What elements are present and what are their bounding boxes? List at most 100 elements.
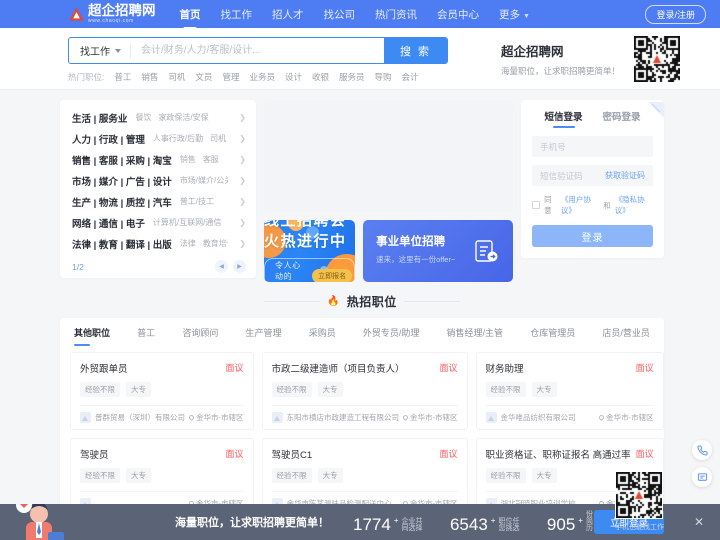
phone-icon[interactable] (692, 440, 712, 460)
tab-purchaser[interactable]: 采购员 (309, 326, 336, 346)
job-salary: 面议 (225, 363, 244, 373)
tab-sms-login[interactable]: 短信登录 (545, 109, 583, 128)
hot-tag-0[interactable]: 普工 (114, 71, 131, 83)
promo-banner-online-job-fair[interactable]: 线上招聘会 火热进行中 令人心动的OFFER 立即报名 (264, 220, 356, 282)
hot-tag-1[interactable]: 销售 (141, 71, 158, 83)
chevron-right-icon: ❯ (239, 155, 246, 164)
category-sub-label[interactable]: 人事行政/后勤 (153, 133, 203, 144)
category-sub-label[interactable]: 市场/媒介/公关 (180, 175, 228, 186)
hot-tag-8[interactable]: 服务员 (339, 71, 365, 83)
category-sub-label[interactable]: 法律 (180, 238, 196, 249)
category-sub-label[interactable]: 餐饮 (135, 112, 151, 123)
top-navigation-bar: 超企招聘网 www.chaoqi.com 首页 找工作 招人才 找公司 热门资讯… (0, 0, 720, 28)
tab-consultant[interactable]: 咨询顾问 (182, 326, 218, 346)
category-sub-label[interactable]: 客服 (203, 154, 219, 165)
user-agreement-link[interactable]: 《用户协议》 (561, 194, 599, 216)
hot-jobs-tabs: 其他职位 普工 咨询顾问 生产管理 采购员 外贸专员/助理 销售经理/主管 仓库… (60, 318, 664, 346)
tab-warehouse-manager[interactable]: 仓库管理员 (530, 326, 575, 346)
job-card-grid: 外贸跟单员 面议 经验不限 大专 普群贸易（深圳）有限公司 金华市-市辖区 市政… (60, 346, 664, 516)
category-item-marketing-design[interactable]: 市场 | 媒介 | 广告 | 设计 市场/媒介/公关 ❯ (72, 170, 246, 191)
job-card[interactable]: 财务助理 面议 经验不限 大专 金华唯品纺织有限公司 金华市-市辖区 (475, 352, 664, 430)
hot-tag-6[interactable]: 设计 (285, 71, 302, 83)
nav-item-home[interactable]: 首页 (170, 7, 211, 22)
search-input[interactable] (131, 38, 384, 63)
get-code-button[interactable]: 获取验证码 (605, 170, 645, 181)
logo-text-en: www.chaoqi.com (88, 17, 134, 24)
carousel-placeholder[interactable] (264, 100, 514, 212)
hot-tag-9[interactable]: 导购 (375, 71, 392, 83)
bottom-slogan: 海量职位，让求职招聘更简单！ (175, 517, 329, 529)
location-pin-icon (401, 413, 410, 422)
category-item-production-logistics[interactable]: 生产 | 物流 | 质控 | 汽车 普工/技工 ❯ (72, 191, 246, 212)
category-main-label: 生产 | 物流 | 质控 | 汽车 (72, 197, 172, 209)
chevron-right-icon: ❯ (239, 239, 246, 248)
main-content: 生活 | 服务业 餐饮 家政保洁/安保 ❯ 人力 | 行政 | 管理 人事行政/… (0, 90, 720, 522)
category-sub-label[interactable]: 计算机/互联网/通信 (153, 217, 221, 228)
promo-banner-subtitle: 令人心动的OFFER (275, 261, 301, 281)
chevron-right-icon[interactable]: ▶ (233, 260, 246, 273)
hot-tag-2[interactable]: 司机 (168, 71, 185, 83)
category-item-life-service[interactable]: 生活 | 服务业 餐饮 家政保洁/安保 ❯ (72, 107, 246, 128)
category-sub-label[interactable]: 教育培训 (203, 238, 228, 249)
agreement-checkbox[interactable] (532, 201, 541, 209)
category-item-law-education[interactable]: 法律 | 教育 | 翻译 | 出版 法律 教育培训 ❯ (72, 233, 246, 254)
close-icon[interactable]: ✕ (694, 515, 704, 529)
hot-tag-10[interactable]: 会计 (402, 71, 419, 83)
search-button[interactable]: 搜 索 (384, 38, 447, 63)
job-location: 金华市-市辖区 (187, 412, 244, 423)
nav-item-news[interactable]: 热门资讯 (365, 7, 427, 22)
category-main-label: 网络 | 通信 | 电子 (72, 218, 145, 230)
chevron-left-icon[interactable]: ◀ (215, 260, 228, 273)
job-tag: 大专 (531, 382, 557, 397)
category-item-hr-admin[interactable]: 人力 | 行政 | 管理 人事行政/后勤 司机 ❯ (72, 128, 246, 149)
stat-positions: 6543 + 职位任您挑选 (450, 516, 521, 533)
login-submit-button[interactable]: 登录 (532, 225, 653, 247)
category-sub-label[interactable]: 普工/技工 (180, 196, 214, 207)
job-card[interactable]: 市政二级建造师（项目负责人） 面议 经验不限 大专 东阳市横店市政建造工程有限公… (261, 352, 468, 430)
chat-icon[interactable] (692, 467, 712, 487)
promo-banner-cta[interactable]: 立即报名 (312, 268, 353, 282)
agreement-and: 和 (603, 200, 611, 210)
nav-item-find-company[interactable]: 找公司 (314, 7, 366, 22)
stat-value: 1774 (353, 515, 391, 534)
hot-tag-5[interactable]: 业务员 (249, 71, 275, 83)
privacy-agreement-link[interactable]: 《隐私协议》 (615, 194, 653, 216)
category-sub-label[interactable]: 家政保洁/安保 (158, 112, 208, 123)
search-type-selector[interactable]: 找工作 (69, 43, 131, 58)
promo-banner-public-institution[interactable]: 事业单位招聘 速来，这里有一份offer~ (363, 220, 514, 282)
job-tag: 经验不限 (485, 382, 526, 397)
tab-foreign-trade-specialist[interactable]: 外贸专员/助理 (363, 326, 420, 346)
stat-value: 905 (546, 515, 576, 534)
tab-production-management[interactable]: 生产管理 (246, 326, 282, 346)
tab-other-positions[interactable]: 其他职位 (74, 326, 110, 346)
site-logo[interactable]: 超企招聘网 www.chaoqi.com (68, 4, 156, 24)
tab-password-login[interactable]: 密码登录 (603, 109, 641, 128)
chevron-right-icon: ❯ (239, 134, 246, 143)
tab-sales-manager[interactable]: 销售经理/主管 (447, 326, 504, 346)
nav-item-more[interactable]: 更多 ▼ (489, 7, 540, 22)
hot-jobs-section: 🔥 热招职位 其他职位 普工 咨询顾问 生产管理 采购员 外贸专员/助理 销售经… (0, 293, 720, 522)
job-location-label: 金华市-市辖区 (410, 413, 458, 422)
hot-tag-7[interactable]: 收银 (312, 71, 329, 83)
bottom-stats: 1774 + 企业共同选择 6543 + 职位任您挑选 905 + 份简历 (353, 511, 594, 533)
category-item-network-electronics[interactable]: 网络 | 通信 | 电子 计算机/互联网/通信 ❯ (72, 212, 246, 233)
category-item-sales-service[interactable]: 销售 | 客服 | 采购 | 淘宝 销售 客服 ❯ (72, 149, 246, 170)
hot-tag-3[interactable]: 文员 (195, 71, 212, 83)
company-name: 普群贸易（深圳）有限公司 (95, 413, 185, 422)
nav-item-recruit[interactable]: 招人才 (262, 7, 314, 22)
nav-item-find-job[interactable]: 找工作 (211, 7, 263, 22)
login-register-button[interactable]: 登录/注册 (645, 4, 706, 24)
job-card[interactable]: 外贸跟单员 面议 经验不限 大专 普群贸易（深圳）有限公司 金华市-市辖区 (70, 352, 254, 430)
login-tabs: 短信登录 密码登录 (532, 109, 653, 128)
brand-block: 超企招聘网 海量职位，让求职招聘更简单！ (501, 36, 680, 82)
agreement-prefix: 同意 (544, 195, 552, 215)
category-sub-label[interactable]: 司机 (210, 133, 226, 144)
tab-general-worker[interactable]: 普工 (137, 326, 155, 346)
stat-plus: + (578, 516, 583, 525)
hot-tag-4[interactable]: 管理 (222, 71, 239, 83)
category-sub-label[interactable]: 销售 (180, 154, 196, 165)
tab-shop-assistant[interactable]: 店员/营业员 (602, 326, 650, 346)
sms-code-input[interactable]: 短信验证码 获取验证码 (532, 165, 653, 186)
nav-item-member-center[interactable]: 会员中心 (427, 7, 489, 22)
phone-input[interactable]: 手机号 (532, 136, 653, 157)
